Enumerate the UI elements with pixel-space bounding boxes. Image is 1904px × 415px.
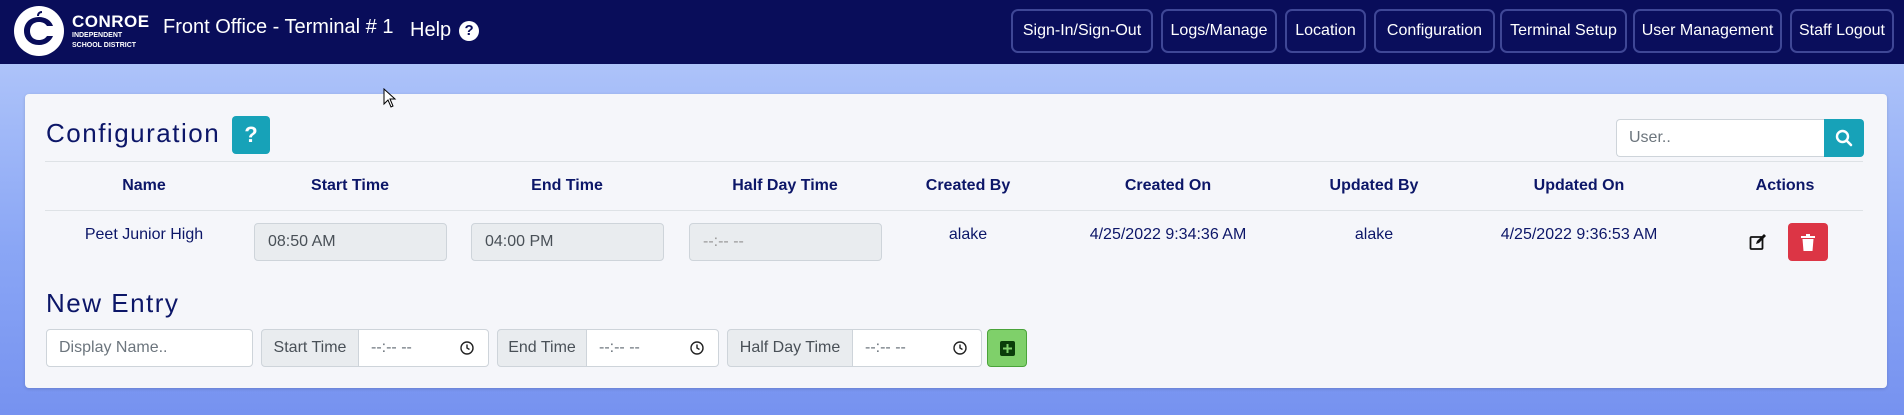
divider — [45, 161, 1863, 162]
half-day-time-label: Half Day Time — [727, 329, 853, 367]
clock-icon — [953, 341, 967, 355]
help-link[interactable]: Help ? — [410, 19, 480, 42]
cell-created-by: alake — [948, 226, 988, 243]
start-time-label: Start Time — [261, 329, 359, 367]
plus-square-icon — [999, 340, 1015, 356]
edit-icon — [1749, 234, 1766, 250]
mouse-cursor-icon — [383, 88, 397, 108]
column-header-name: Name — [122, 177, 166, 194]
cell-half-day-time: --:-- -- — [689, 223, 882, 261]
district-logo[interactable]: CONROE INDEPENDENT SCHOOL DISTRICT — [14, 6, 162, 56]
display-name-input[interactable]: Display Name.. — [46, 329, 253, 367]
cell-created-on: 4/25/2022 9:34:36 AM — [1089, 226, 1247, 243]
apple-logo-icon — [14, 6, 64, 56]
edit-button[interactable] — [1746, 230, 1770, 254]
column-header-end-time: End Time — [531, 177, 603, 194]
add-entry-button[interactable] — [987, 329, 1027, 367]
help-label: Help — [410, 19, 452, 41]
top-navbar: CONROE INDEPENDENT SCHOOL DISTRICT Front… — [0, 0, 1904, 64]
delete-button[interactable] — [1788, 223, 1828, 261]
column-header-updated-on: Updated On — [1533, 177, 1625, 194]
page-title: Configuration — [46, 118, 221, 148]
start-time-input[interactable]: --:-- -- — [358, 329, 489, 367]
nav-terminal-setup[interactable]: Terminal Setup — [1500, 9, 1627, 53]
nav-sign-in-sign-out[interactable]: Sign-In/Sign-Out — [1011, 9, 1153, 53]
end-time-label: End Time — [497, 329, 587, 367]
nav-logs-manage[interactable]: Logs/Manage — [1161, 9, 1277, 53]
column-header-start-time: Start Time — [311, 177, 389, 194]
half-day-time-placeholder: --:-- -- — [865, 339, 906, 356]
end-time-placeholder: --:-- -- — [599, 339, 640, 356]
cell-end-time: 04:00 PM — [471, 223, 664, 261]
clock-icon — [460, 341, 474, 355]
end-time-input[interactable]: --:-- -- — [586, 329, 719, 367]
cell-name: Peet Junior High — [84, 226, 204, 243]
logo-name: CONROE — [72, 11, 150, 31]
nav-location[interactable]: Location — [1285, 9, 1366, 53]
logo-subline-2: SCHOOL DISTRICT — [72, 41, 137, 49]
nav-configuration[interactable]: Configuration — [1374, 9, 1495, 53]
column-header-created-by: Created By — [925, 177, 1011, 194]
help-button[interactable]: ? — [232, 116, 270, 154]
start-time-placeholder: --:-- -- — [371, 339, 412, 356]
half-day-time-input[interactable]: --:-- -- — [852, 329, 982, 367]
logo-text: CONROE INDEPENDENT SCHOOL DISTRICT — [72, 13, 150, 49]
new-entry-title: New Entry — [46, 288, 180, 318]
search-icon — [1835, 129, 1853, 147]
cell-updated-by: alake — [1354, 226, 1394, 243]
cell-updated-on: 4/25/2022 9:36:53 AM — [1500, 226, 1658, 243]
column-header-updated-by: Updated By — [1329, 177, 1419, 194]
nav-user-management[interactable]: User Management — [1633, 9, 1782, 53]
user-search-input[interactable]: User.. — [1616, 119, 1824, 157]
trash-icon — [1801, 233, 1815, 251]
question-circle-icon: ? — [459, 20, 480, 41]
column-header-created-on: Created On — [1124, 177, 1212, 194]
logo-subline-1: INDEPENDENT — [72, 31, 123, 39]
search-button[interactable] — [1824, 119, 1864, 157]
column-header-actions: Actions — [1755, 177, 1815, 194]
nav-staff-logout[interactable]: Staff Logout — [1790, 9, 1894, 53]
configuration-card: Configuration ? User.. Name Start Time E… — [25, 94, 1887, 388]
column-header-half-day-time: Half Day Time — [732, 177, 838, 194]
cell-start-time: 08:50 AM — [254, 223, 447, 261]
divider — [45, 210, 1863, 211]
app-title: Front Office - Terminal # 1 — [163, 16, 394, 38]
clock-icon — [690, 341, 704, 355]
